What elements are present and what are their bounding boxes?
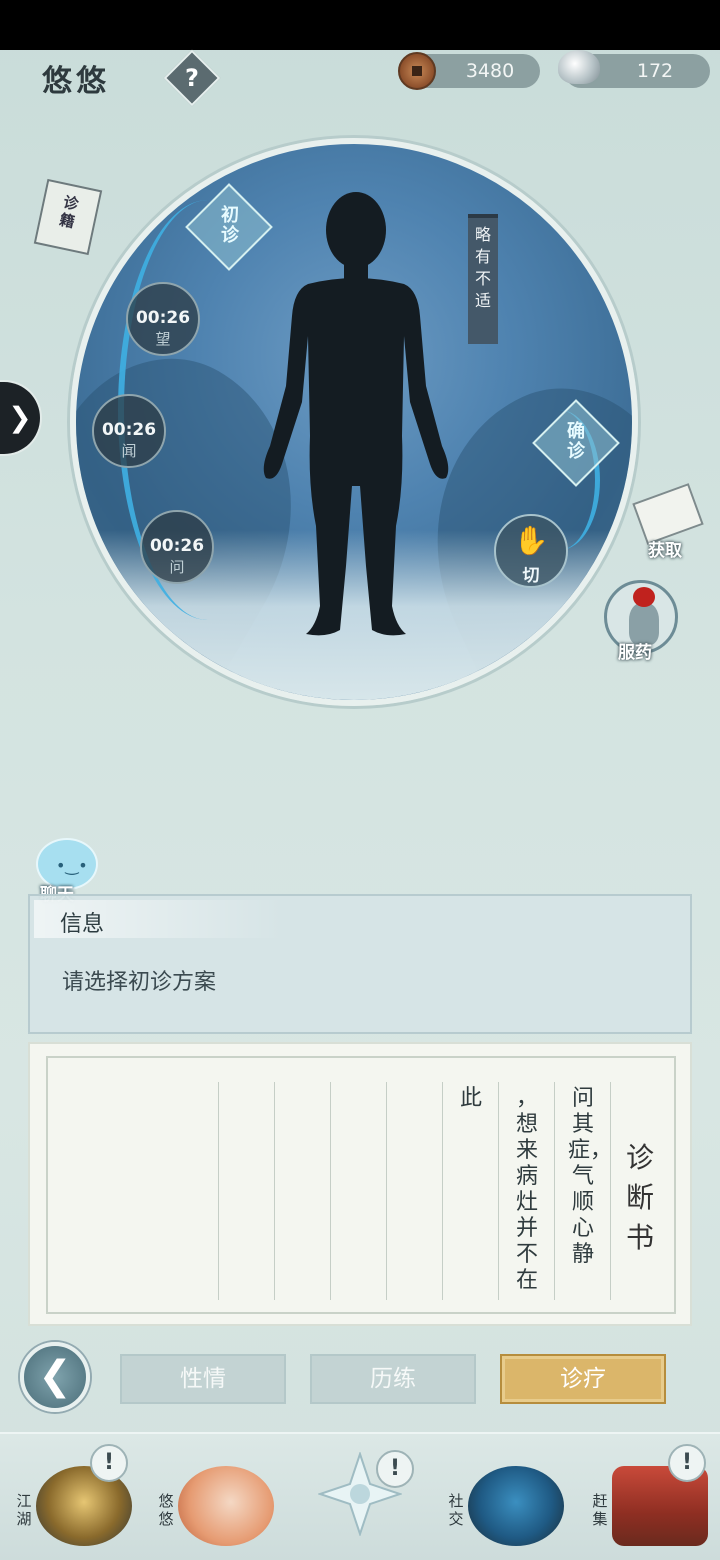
wave-icon bbox=[468, 1466, 564, 1546]
column-divider bbox=[442, 1082, 443, 1300]
column-divider bbox=[386, 1082, 387, 1300]
column-divider bbox=[554, 1082, 555, 1300]
alert-icon: ! bbox=[376, 1450, 414, 1488]
silver-currency: 172 bbox=[558, 50, 710, 88]
diagnosis-records-button[interactable]: 诊籍 bbox=[33, 178, 103, 256]
nav-youyou[interactable]: 悠悠 bbox=[152, 1444, 282, 1556]
timer-look-time: 00:26 bbox=[135, 308, 191, 328]
help-button[interactable]: ? bbox=[163, 49, 221, 107]
timer-ask-sense: 问 bbox=[169, 558, 185, 576]
tab-treatment[interactable]: 诊疗 bbox=[500, 1354, 666, 1404]
column-divider bbox=[610, 1082, 611, 1300]
nav-social-label: 社交 bbox=[448, 1492, 464, 1528]
column-divider bbox=[330, 1082, 331, 1300]
copper-amount: 3480 bbox=[465, 60, 515, 82]
alert-icon: ! bbox=[668, 1444, 706, 1482]
confirm-diagnosis-label: 确诊 bbox=[567, 421, 585, 462]
bottom-navigation: 江湖 ! 悠悠 ! 社交 赶集 ! bbox=[0, 1432, 720, 1560]
info-panel: 信息 请选择初诊方案 bbox=[28, 894, 692, 1034]
book-icon-label: 诊籍 bbox=[57, 192, 81, 232]
timer-look-sense: 望 bbox=[155, 330, 171, 348]
tab-temperament[interactable]: 性情 bbox=[120, 1354, 286, 1404]
pulse-diagnosis-button[interactable]: ✋ 切 bbox=[494, 514, 568, 588]
copper-currency: 3480 bbox=[398, 52, 540, 90]
status-banner-text: 略有不适 bbox=[474, 225, 491, 310]
diagnosis-paper-title: 诊断书 bbox=[625, 1141, 654, 1254]
player-name: 悠悠 bbox=[42, 64, 110, 99]
medicine-label: 服药 bbox=[618, 643, 652, 663]
nav-market-label: 赶集 bbox=[592, 1492, 608, 1528]
pulse-label: 切 bbox=[522, 566, 540, 586]
tab-temperament-label: 性情 bbox=[180, 1366, 226, 1392]
info-message: 请选择初诊方案 bbox=[62, 970, 217, 995]
timer-ask[interactable]: 00:26 问 bbox=[140, 510, 214, 584]
timer-listen-sense: 闻 bbox=[121, 442, 137, 460]
silver-ingot-icon bbox=[558, 50, 600, 84]
swallow-bird-icon bbox=[178, 1466, 274, 1546]
nav-youyou-label: 悠悠 bbox=[158, 1492, 174, 1528]
column-divider bbox=[498, 1082, 499, 1300]
back-button[interactable]: ❮ bbox=[20, 1342, 90, 1412]
info-title: 信息 bbox=[60, 912, 105, 937]
nav-market[interactable]: 赶集 ! bbox=[586, 1444, 716, 1556]
expand-arrow-icon: ❯ bbox=[8, 401, 32, 434]
timer-listen-time: 00:26 bbox=[101, 420, 157, 440]
timer-ask-time: 00:26 bbox=[149, 536, 205, 556]
nav-jianghu-label: 江湖 bbox=[16, 1492, 32, 1528]
diagnosis-paper: 问其症，气顺心静 ，想来病灶并不在 此 诊断书 bbox=[28, 1042, 692, 1326]
chat-bubble-icon: •‿• bbox=[56, 856, 88, 875]
acquire-label: 获取 bbox=[648, 541, 682, 561]
tab-experience[interactable]: 历练 bbox=[310, 1354, 476, 1404]
back-arrow-icon: ❮ bbox=[38, 1353, 72, 1399]
expand-side-panel-button[interactable]: ❯ bbox=[0, 380, 42, 456]
first-diagnosis-label: 初诊 bbox=[221, 205, 239, 246]
diagnosis-paper-frame: 问其症，气顺心静 ，想来病灶并不在 此 诊断书 bbox=[46, 1056, 676, 1314]
diagnosis-column: 此 bbox=[459, 1086, 482, 1111]
column-divider bbox=[274, 1082, 275, 1300]
help-icon: ? bbox=[185, 64, 199, 92]
nav-social[interactable]: 社交 bbox=[442, 1444, 572, 1556]
medicine-bottle-cap bbox=[633, 587, 655, 607]
alert-icon: ! bbox=[90, 1444, 128, 1482]
tab-experience-label: 历练 bbox=[370, 1366, 416, 1392]
diagnosis-column: ，想来病灶并不在 bbox=[515, 1086, 538, 1293]
pulse-hand-icon: ✋ bbox=[513, 524, 549, 557]
timer-look[interactable]: 00:26 望 bbox=[126, 282, 200, 356]
patient-status-banner: 略有不适 bbox=[468, 214, 498, 344]
tab-treatment-label: 诊疗 bbox=[560, 1366, 606, 1392]
nav-jianghu[interactable]: 江湖 ! bbox=[10, 1444, 140, 1556]
system-status-bar bbox=[0, 0, 720, 50]
timer-listen[interactable]: 00:26 闻 bbox=[92, 394, 166, 468]
copper-coin-icon bbox=[398, 52, 436, 90]
silver-amount: 172 bbox=[636, 60, 674, 82]
column-divider bbox=[218, 1082, 219, 1300]
diagnosis-column: 问其症，气顺心静 bbox=[568, 1086, 613, 1267]
